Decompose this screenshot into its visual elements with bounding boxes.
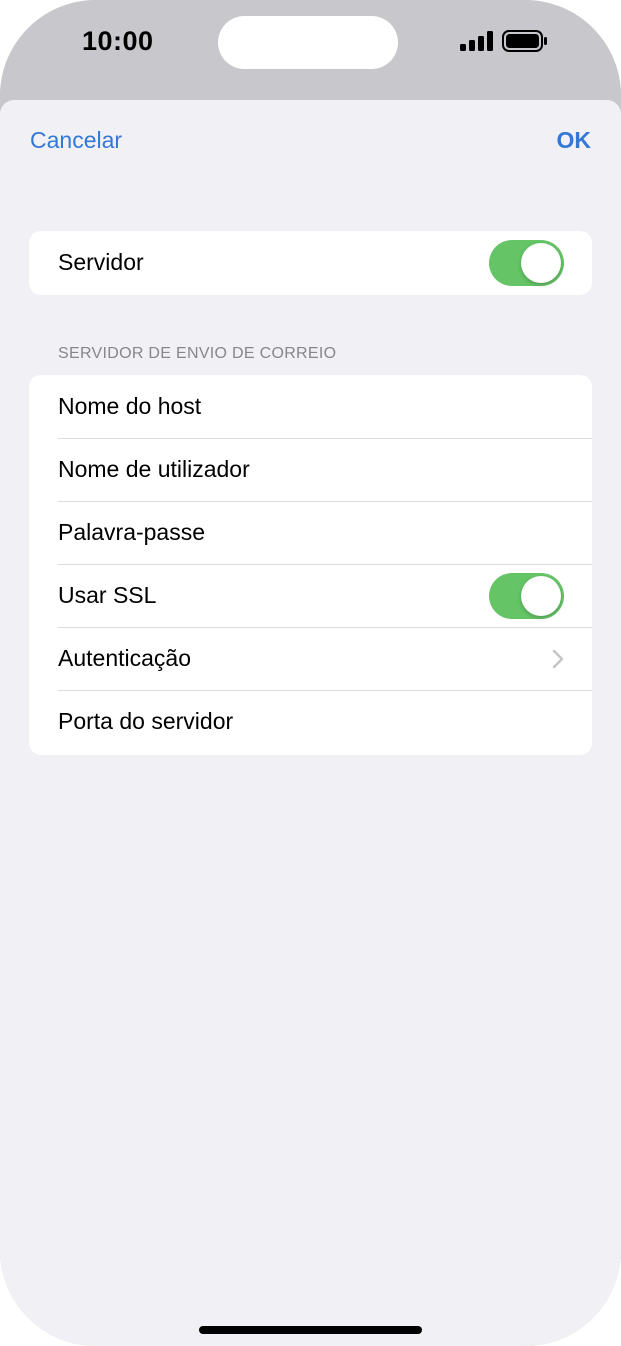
authentication-label: Autenticação — [58, 645, 191, 671]
hostname-label: Nome do host — [58, 393, 202, 419]
server-label: Servidor — [58, 249, 144, 275]
outgoing-server-card: Nome do host Nome de utilizador Palavra-… — [29, 375, 592, 755]
phone-screen: 10:00 Cancelar OK Servidor SERVIDOR DE E… — [0, 0, 621, 1346]
home-indicator[interactable] — [199, 1326, 422, 1334]
toggle-knob — [521, 242, 561, 283]
server-card: Servidor — [29, 231, 592, 295]
server-port-label: Porta do servidor — [58, 708, 234, 734]
chevron-right-icon — [552, 649, 564, 668]
cancel-button[interactable]: Cancelar — [30, 127, 122, 154]
use-ssl-label: Usar SSL — [58, 582, 157, 608]
server-port-row[interactable]: Porta do servidor — [29, 690, 592, 753]
settings-sheet: Cancelar OK Servidor SERVIDOR DE ENVIO D… — [0, 100, 621, 1346]
signal-icon — [460, 31, 493, 51]
status-time: 10:00 — [82, 26, 154, 56]
username-label: Nome de utilizador — [58, 456, 250, 482]
username-row[interactable]: Nome de utilizador — [29, 438, 592, 501]
battery-icon — [502, 30, 547, 52]
use-ssl-toggle[interactable] — [489, 572, 564, 619]
password-row[interactable]: Palavra-passe — [29, 501, 592, 564]
status-bar: 10:00 — [0, 0, 621, 100]
authentication-row[interactable]: Autenticação — [29, 627, 592, 690]
server-row[interactable]: Servidor — [29, 231, 592, 294]
ok-button[interactable]: OK — [557, 127, 592, 154]
toggle-knob — [521, 575, 561, 616]
use-ssl-row[interactable]: Usar SSL — [29, 564, 592, 627]
section-header: SERVIDOR DE ENVIO DE CORREIO — [58, 345, 337, 362]
password-label: Palavra-passe — [58, 519, 206, 545]
server-toggle[interactable] — [489, 239, 564, 286]
hostname-row[interactable]: Nome do host — [29, 375, 592, 438]
dynamic-island — [218, 16, 398, 69]
